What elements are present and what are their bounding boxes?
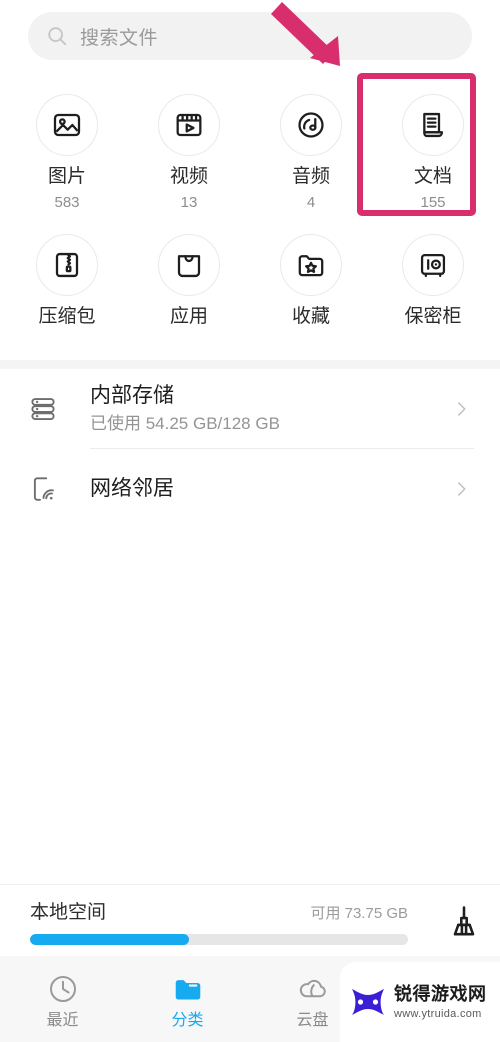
image-icon-circle	[36, 94, 98, 156]
favorite-folder-icon-circle	[280, 234, 342, 296]
gamepad-logo-icon	[348, 985, 388, 1019]
nav-label: 云盘	[296, 1012, 329, 1029]
network-neighbor-icon	[28, 474, 72, 504]
search-placeholder: 搜索文件	[80, 27, 159, 49]
safe-icon	[420, 253, 446, 278]
storage-row-text: 网络邻居	[72, 476, 452, 502]
watermark-url: www.ytruida.com	[394, 1007, 482, 1020]
watermark-title: 锐得游戏网	[394, 983, 487, 1004]
apps-icon	[177, 255, 201, 278]
document-icon	[423, 112, 444, 138]
nav-label: 分类	[171, 1012, 204, 1029]
category-label: 图片	[47, 166, 86, 187]
category-item-videos[interactable]: 视频 13	[128, 84, 250, 210]
chevron-right-icon	[452, 400, 474, 418]
zip-icon-circle	[36, 234, 98, 296]
category-count: 583	[54, 194, 80, 211]
chevron-right-icon	[452, 480, 474, 498]
local-space-free: 可用 73.75 GB	[310, 904, 408, 922]
cloud-icon	[297, 973, 329, 1005]
broom-clean-icon[interactable]	[428, 903, 500, 939]
nav-label: 最近	[46, 1012, 79, 1029]
storage-row-title: 网络邻居	[90, 476, 174, 500]
category-item-safe[interactable]: 保密柜	[372, 224, 494, 350]
category-label: 文档	[413, 166, 452, 187]
local-space-label: 本地空间	[30, 901, 107, 923]
category-count: 155	[420, 194, 446, 211]
watermark-text: 锐得游戏网 www.ytruida.com	[394, 983, 487, 1020]
file-manager-screen: 搜索文件 图片 583 视频 13 音频 4 文档 155 压缩包 应用 收藏 …	[0, 0, 500, 1042]
category-item-archives[interactable]: 压缩包	[6, 224, 128, 350]
search-icon	[46, 25, 68, 47]
nav-item-categories[interactable]: 分类	[125, 969, 250, 1029]
local-space-bar: 本地空间 可用 73.75 GB	[0, 884, 500, 956]
safe-icon-circle	[402, 234, 464, 296]
favorite-folder-icon	[298, 255, 324, 277]
storage-row-network[interactable]: 网络邻居	[0, 449, 500, 529]
zip-icon	[55, 252, 79, 278]
apps-icon-circle	[158, 234, 220, 296]
category-label: 保密柜	[404, 306, 462, 327]
category-count: 4	[306, 194, 316, 211]
audio-icon	[298, 112, 324, 138]
local-space-content: 本地空间 可用 73.75 GB	[0, 897, 428, 945]
local-space-progress-fill	[30, 933, 189, 945]
local-space-header: 本地空间 可用 73.75 GB	[30, 897, 422, 924]
category-label: 收藏	[291, 306, 330, 327]
storage-list: 内部存储 已使用 54.25 GB/128 GB 网络邻居	[0, 369, 500, 529]
document-icon-circle	[402, 94, 464, 156]
search-header: 搜索文件	[0, 0, 500, 72]
category-item-favorites[interactable]: 收藏	[250, 224, 372, 350]
nav-item-recent[interactable]: 最近	[0, 969, 125, 1029]
local-space-progress-track	[30, 933, 408, 945]
storage-row-text: 内部存储 已使用 54.25 GB/128 GB	[72, 383, 452, 435]
category-label: 压缩包	[38, 306, 96, 327]
category-item-audio[interactable]: 音频 4	[250, 84, 372, 210]
category-label: 应用	[169, 306, 208, 327]
site-watermark: 锐得游戏网 www.ytruida.com	[340, 962, 500, 1042]
audio-icon-circle	[280, 94, 342, 156]
clock-icon	[47, 973, 79, 1005]
section-divider	[0, 360, 500, 369]
image-icon	[53, 113, 81, 137]
category-count: 13	[180, 194, 198, 211]
storage-row-title: 内部存储	[90, 384, 174, 408]
category-item-apps[interactable]: 应用	[128, 224, 250, 350]
category-item-images[interactable]: 图片 583	[6, 84, 128, 210]
internal-storage-icon	[28, 394, 72, 424]
storage-row-internal[interactable]: 内部存储 已使用 54.25 GB/128 GB	[0, 369, 500, 449]
folder-icon	[172, 973, 204, 1005]
category-label: 视频	[169, 166, 208, 187]
video-icon-circle	[158, 94, 220, 156]
storage-row-subtitle: 已使用 54.25 GB/128 GB	[90, 414, 280, 434]
category-item-documents[interactable]: 文档 155	[372, 84, 494, 210]
category-grid: 图片 583 视频 13 音频 4 文档 155 压缩包 应用 收藏 保密柜	[0, 76, 500, 364]
search-input[interactable]: 搜索文件	[28, 12, 472, 60]
category-label: 音频	[291, 166, 330, 187]
video-icon	[176, 113, 202, 137]
